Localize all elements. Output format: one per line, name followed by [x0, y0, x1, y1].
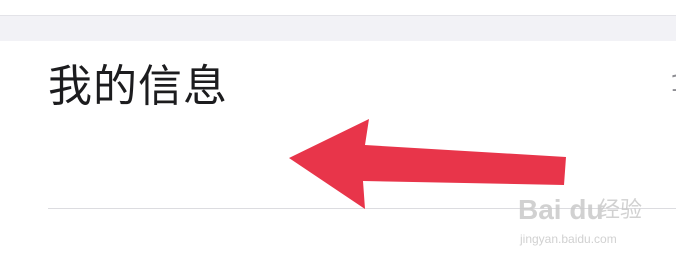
settings-screen: 我的信息 1 Bai du 经验 jingyan.baidu.com [0, 0, 676, 267]
row-trailing-value: 1 [670, 72, 676, 98]
previous-row-edge [0, 0, 676, 16]
watermark-url: jingyan.baidu.com [520, 232, 617, 246]
watermark-sub: 经验 [598, 198, 643, 223]
watermark-brand: Bai du [518, 194, 604, 225]
my-info-label: 我的信息 [48, 61, 228, 112]
baidu-jingyan-watermark: Bai du 经验 jingyan.baidu.com [518, 192, 668, 262]
section-gap [0, 16, 676, 41]
